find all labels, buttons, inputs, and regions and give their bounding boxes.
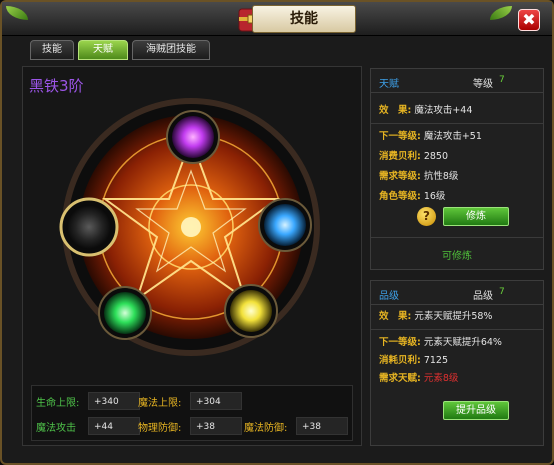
- quality-next-row: 下一等级: 元素天赋提升64%: [379, 333, 502, 353]
- quality-effect-value: 元素天赋提升58%: [414, 311, 493, 322]
- quality-box: 品级 品级 7 效 果: 元素天赋提升58% 下一等级: 元素天赋提升64% 消…: [370, 280, 544, 446]
- talent-cost-label: 消费贝利:: [379, 151, 421, 162]
- talent-role-value: 16级: [423, 191, 446, 202]
- purple-orb[interactable]: [166, 110, 220, 164]
- stat-matk-value: +44: [88, 417, 140, 435]
- stat-matk-label: 魔法攻击: [36, 423, 76, 434]
- talent-window: 技能 ✖ 技能 天赋 海贼团技能 黑铁3阶 生命上限: +340 魔法上限: +…: [0, 0, 554, 465]
- divider: [371, 329, 543, 330]
- talent-next-value: 魔法攻击+51: [423, 131, 482, 142]
- leaf-ornament-left: [6, 6, 28, 20]
- green-orb[interactable]: [98, 286, 152, 340]
- divider: [371, 123, 543, 124]
- quality-effect-label: 效 果:: [379, 311, 412, 322]
- upgrade-quality-button[interactable]: 提升品级: [443, 401, 509, 420]
- talent-effect-row: 效 果: 魔法攻击+44: [379, 101, 472, 121]
- talent-req-value: 抗性8级: [423, 171, 459, 182]
- help-icon[interactable]: ?: [417, 207, 436, 226]
- stat-mp-label: 魔法上限:: [138, 398, 182, 409]
- tab-crew-skills[interactable]: 海贼团技能: [132, 40, 210, 60]
- tab-talent[interactable]: 天赋: [78, 40, 128, 60]
- quality-title: 品级: [379, 291, 399, 302]
- stat-hp-value: +340: [88, 392, 140, 410]
- quality-next-value: 元素天赋提升64%: [423, 337, 502, 348]
- talent-effect-label: 效 果:: [379, 105, 412, 116]
- quality-req-row: 需求天赋: 元素8级: [379, 369, 458, 389]
- talent-grade-value: 7: [499, 75, 505, 85]
- quality-cost-value: 7125: [423, 355, 449, 366]
- blue-orb[interactable]: [258, 198, 312, 252]
- quality-req-value: 元素8级: [423, 373, 459, 384]
- quality-cost-label: 消耗贝利:: [379, 355, 421, 366]
- stat-pdef-value: +38: [190, 417, 242, 435]
- stat-mdef-value: +38: [296, 417, 348, 435]
- title-bar: 技能 ✖: [2, 2, 552, 36]
- cultivate-button[interactable]: 修炼: [443, 207, 509, 226]
- talent-cost-row: 消费贝利: 2850: [379, 147, 448, 167]
- talent-grade-label: 等级: [473, 79, 493, 90]
- talent-title: 天赋: [379, 79, 399, 90]
- magic-circle: [59, 98, 320, 356]
- talent-req-row: 需求等级: 抗性8级: [379, 167, 458, 187]
- talent-box-header: 天赋 等级 7: [371, 69, 543, 93]
- stat-pdef-label: 物理防御:: [138, 423, 182, 434]
- cultivate-status: 可修炼: [442, 251, 472, 262]
- quality-effect-row: 效 果: 元素天赋提升58%: [379, 307, 492, 327]
- detail-panel: 天赋 等级 7 效 果: 魔法攻击+44 下一等级: 魔法攻击+51 消费贝利:…: [370, 68, 544, 448]
- stat-mp-value: +304: [190, 392, 242, 410]
- talent-req-label: 需求等级:: [379, 171, 421, 182]
- quality-grade-label: 品级: [473, 291, 493, 302]
- window-title: 技能: [252, 5, 356, 33]
- talent-next-label: 下一等级:: [379, 131, 421, 142]
- stat-hp-label: 生命上限:: [36, 398, 80, 409]
- stats-panel: 生命上限: +340 魔法上限: +304 魔法攻击 +44 物理防御: +38…: [31, 385, 353, 441]
- yellow-orb[interactable]: [224, 284, 278, 338]
- leaf-ornament-right: [490, 6, 512, 20]
- talent-cost-value: 2850: [423, 151, 449, 162]
- tab-skills[interactable]: 技能: [30, 40, 74, 60]
- divider: [371, 237, 543, 238]
- talent-effect-value: 魔法攻击+44: [414, 105, 473, 116]
- talent-role-label: 角色等级:: [379, 191, 421, 202]
- quality-box-header: 品级 品级 7: [371, 281, 543, 305]
- talent-box: 天赋 等级 7 效 果: 魔法攻击+44 下一等级: 魔法攻击+51 消费贝利:…: [370, 68, 544, 270]
- circle-center: [181, 217, 201, 237]
- quality-req-label: 需求天赋:: [379, 373, 421, 384]
- talent-role-row: 角色等级: 16级: [379, 187, 445, 207]
- talent-next-row: 下一等级: 魔法攻击+51: [379, 127, 482, 147]
- quality-cost-row: 消耗贝利: 7125: [379, 351, 448, 371]
- quality-grade-value: 7: [499, 287, 505, 297]
- quality-next-label: 下一等级:: [379, 337, 421, 348]
- close-button[interactable]: ✖: [518, 9, 540, 31]
- stat-mdef-label: 魔法防御:: [244, 423, 288, 434]
- talent-circle-panel: 黑铁3阶 生命上限: +340 魔法上限: +304 魔法攻击 +44 物理防御…: [22, 66, 362, 446]
- dark-orb[interactable]: [59, 197, 119, 257]
